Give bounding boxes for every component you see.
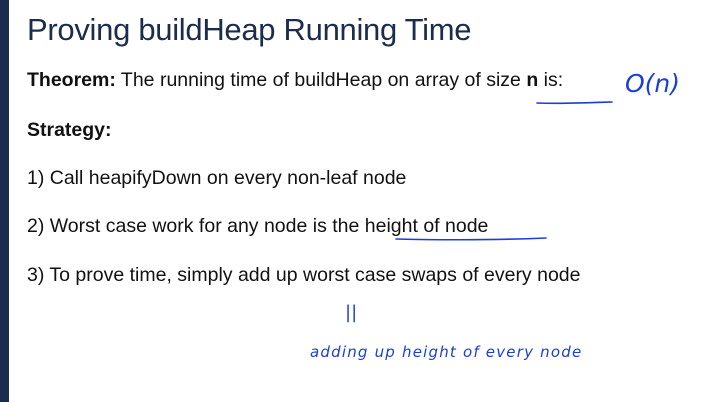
strategy-step-3: 3) To prove time, simply add up worst ca… — [27, 264, 581, 286]
ink-big-o: O(n) — [625, 69, 680, 98]
handwritten-annotations: O(n) || adding up height of every node — [310, 69, 680, 361]
slide-title: Proving buildHeap Running Time — [27, 12, 472, 47]
ink-underline-size-n — [536, 101, 613, 105]
theorem-line: Theorem: The running time of buildHeap o… — [27, 69, 563, 92]
strategy-step-2: 2) Worst case work for any node is the h… — [27, 215, 489, 237]
theorem-label: Theorem: — [27, 69, 116, 91]
ink-underline-height — [395, 237, 547, 241]
ink-note: adding up height of every node — [310, 343, 582, 361]
theorem-text-after: is: — [538, 69, 564, 91]
ink-equals-mark: || — [345, 302, 357, 323]
theorem-text-before: The running time of buildHeap on array o… — [115, 69, 527, 91]
slide-left-bar — [0, 0, 9, 402]
strategy-label: Strategy: — [27, 119, 112, 141]
theorem-n: n — [526, 69, 539, 91]
slide: Proving buildHeap Running Time Theorem: … — [0, 0, 702, 402]
strategy-step-1: 1) Call heapifyDown on every non-leaf no… — [27, 167, 407, 189]
